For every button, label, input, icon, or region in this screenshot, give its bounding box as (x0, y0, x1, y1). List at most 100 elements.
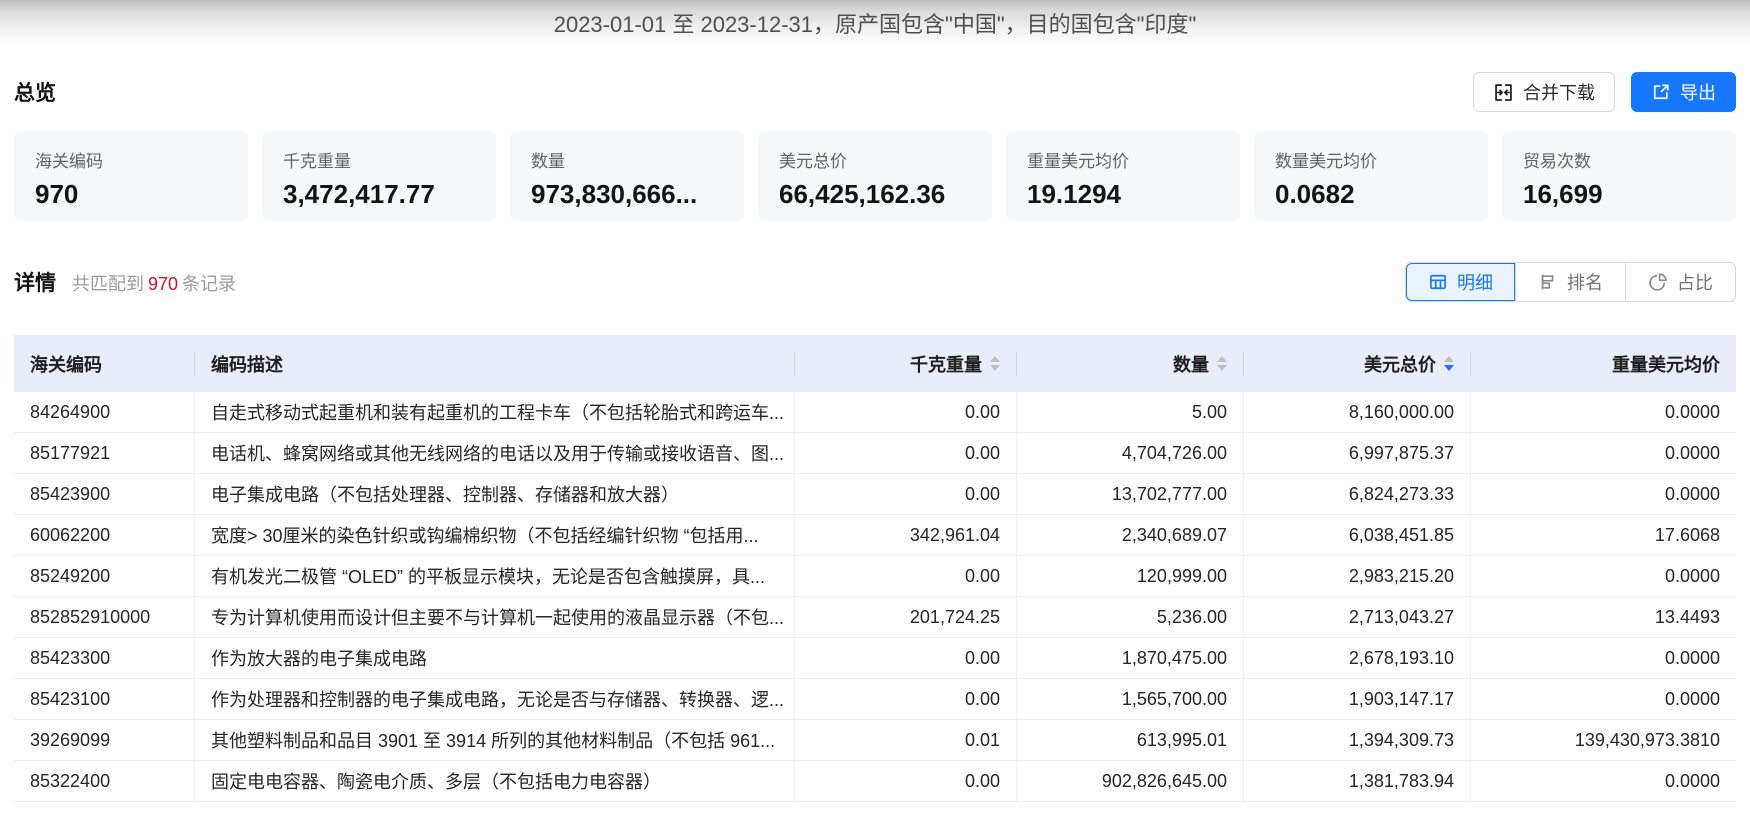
kg-weight-cell: 201,724.25 (795, 597, 1017, 637)
stat-label: 贸易次数 (1523, 152, 1591, 171)
col-header-label: 千克重量 (910, 354, 982, 375)
description-cell: 其他塑料制品和品目 3901 至 3914 所列的其他材料制品（不包括 961.… (195, 720, 795, 760)
details-bar: 详情 共匹配到 970 条记录 明细 排名 占比 (0, 222, 1750, 302)
stat-card-weight-avg-price: 重量美元均价 19.1294 (1006, 130, 1240, 222)
weight-avg-price-cell: 0.0000 (1664, 565, 1720, 586)
weight-avg-price-cell: 0.0000 (1664, 647, 1720, 668)
stat-card-quantity-avg-price: 数量美元均价 0.0682 (1254, 130, 1488, 222)
quantity-cell: 1,870,475.00 (1017, 638, 1244, 678)
overview-actions: 合并下载 导出 (1473, 72, 1736, 112)
stat-label: 千克重量 (283, 152, 351, 171)
usd-total-cell: 8,160,000.00 (1244, 392, 1471, 432)
kg-weight-cell: 0.01 (795, 720, 1017, 760)
table-row: 85177921 电话机、蜂窝网络或其他无线网络的电话以及用于传输或接收语音、图… (14, 433, 1736, 474)
overview-bar: 总览 合并下载 导出 (0, 46, 1750, 112)
quantity-cell: 1,565,700.00 (1017, 679, 1244, 719)
stat-value: 19.1294 (1027, 179, 1121, 209)
description-cell: 固定电电容器、陶瓷电介质、多层（不包括电力电容器） (195, 761, 795, 801)
quantity-cell: 902,826,645.00 (1017, 761, 1244, 801)
col-header-weight-avg-price: 重量美元均价 (1612, 354, 1720, 375)
table-icon (1428, 272, 1448, 292)
hs-code-cell: 84264900 (14, 392, 195, 432)
stat-card-quantity: 数量 973,830,666... (510, 130, 744, 222)
col-header-quantity[interactable]: 数量 (1017, 351, 1244, 376)
stat-value: 970 (35, 179, 79, 209)
stat-value: 0.0682 (1275, 179, 1355, 209)
hs-code-cell: 85322400 (14, 761, 195, 801)
kg-weight-cell: 0.00 (795, 638, 1017, 678)
usd-total-cell: 2,678,193.10 (1244, 638, 1471, 678)
export-label: 导出 (1680, 83, 1716, 103)
hs-code-cell: 85177921 (14, 433, 195, 473)
stat-cards: 海关编码 970 千克重量 3,472,417.77 数量 973,830,66… (0, 112, 1750, 222)
rank-icon (1538, 272, 1558, 292)
description-cell: 电子集成电路（不包括处理器、控制器、存储器和放大器） (195, 474, 795, 514)
quantity-cell: 2,340,689.07 (1017, 515, 1244, 555)
col-header-label: 数量 (1173, 354, 1209, 375)
table-row: 85423300 作为放大器的电子集成电路 0.00 1,870,475.00 … (14, 638, 1736, 679)
usd-total-cell: 1,381,783.94 (1244, 761, 1471, 801)
export-icon (1651, 82, 1671, 102)
overview-heading: 总览 (14, 82, 56, 105)
usd-total-cell: 6,824,273.33 (1244, 474, 1471, 514)
description-cell: 作为放大器的电子集成电路 (195, 638, 795, 678)
quantity-cell: 5,236.00 (1017, 597, 1244, 637)
quantity-cell: 13,702,777.00 (1017, 474, 1244, 514)
col-header-hs-code: 海关编码 (14, 351, 195, 376)
col-header-usd-total[interactable]: 美元总价 (1244, 351, 1471, 376)
col-header-kg-weight[interactable]: 千克重量 (795, 351, 1017, 376)
stat-card-usd-total: 美元总价 66,425,162.36 (758, 130, 992, 222)
description-cell: 专为计算机使用而设计但主要不与计算机一起使用的液晶显示器（不包... (195, 597, 795, 637)
description-cell: 自走式移动式起重机和装有起重机的工程卡车（不包括轮胎式和跨运车... (195, 392, 795, 432)
kg-weight-cell: 0.00 (795, 556, 1017, 596)
stat-label: 海关编码 (35, 152, 103, 171)
hs-code-cell: 85249200 (14, 556, 195, 596)
stat-card-trade-count: 贸易次数 16,699 (1502, 130, 1736, 222)
sort-control-usd-total[interactable] (1444, 356, 1454, 371)
details-left: 详情 共匹配到 970 条记录 (14, 267, 236, 297)
merge-download-label: 合并下载 (1523, 83, 1595, 103)
weight-avg-price-cell: 0.0000 (1664, 442, 1720, 463)
table-body: 84264900 自走式移动式起重机和装有起重机的工程卡车（不包括轮胎式和跨运车… (14, 392, 1736, 802)
tab-proportion[interactable]: 占比 (1625, 263, 1735, 301)
hs-code-cell: 60062200 (14, 515, 195, 555)
tab-detail[interactable]: 明细 (1406, 263, 1515, 301)
usd-total-cell: 6,038,451.85 (1244, 515, 1471, 555)
usd-total-cell: 2,713,043.27 (1244, 597, 1471, 637)
filter-summary-banner: 2023-01-01 至 2023-12-31，原产国包含"中国"，目的国包含"… (0, 0, 1750, 46)
quantity-cell: 5.00 (1017, 392, 1244, 432)
merge-cells-icon (1493, 82, 1514, 103)
hs-code-cell: 39269099 (14, 720, 195, 760)
weight-avg-price-cell: 139,430,973.3810 (1574, 729, 1720, 750)
stat-value: 16,699 (1523, 179, 1603, 209)
kg-weight-cell: 0.00 (795, 474, 1017, 514)
match-suffix: 条记录 (182, 274, 237, 294)
view-tabs: 明细 排名 占比 (1405, 262, 1736, 302)
hs-code-cell: 85423900 (14, 474, 195, 514)
kg-weight-cell: 0.00 (795, 433, 1017, 473)
kg-weight-cell: 0.00 (795, 761, 1017, 801)
weight-avg-price-cell: 0.0000 (1664, 770, 1720, 791)
tab-ranking[interactable]: 排名 (1515, 263, 1625, 301)
weight-avg-price-cell: 0.0000 (1664, 688, 1720, 709)
match-summary: 共匹配到 970 条记录 (72, 270, 236, 296)
tab-ranking-label: 排名 (1567, 273, 1603, 293)
table-row: 85423900 电子集成电路（不包括处理器、控制器、存储器和放大器） 0.00… (14, 474, 1736, 515)
merge-download-button[interactable]: 合并下载 (1473, 72, 1615, 112)
weight-avg-price-cell: 0.0000 (1664, 483, 1720, 504)
usd-total-cell: 1,903,147.17 (1244, 679, 1471, 719)
export-button[interactable]: 导出 (1631, 72, 1736, 112)
sort-control-kg-weight[interactable] (990, 356, 1000, 371)
quantity-cell: 120,999.00 (1017, 556, 1244, 596)
stat-value: 973,830,666... (531, 179, 698, 209)
description-cell: 有机发光二极管 “OLED” 的平板显示模块，无论是否包含触摸屏，具... (195, 556, 795, 596)
sort-control-quantity[interactable] (1217, 356, 1227, 371)
weight-avg-price-cell: 13.4493 (1654, 606, 1720, 627)
filter-summary-text: 2023-01-01 至 2023-12-31，原产国包含"中国"，目的国包含"… (553, 12, 1197, 37)
col-header-label: 美元总价 (1364, 354, 1436, 375)
pie-icon (1648, 272, 1668, 292)
stat-card-kg-weight: 千克重量 3,472,417.77 (262, 130, 496, 222)
kg-weight-cell: 0.00 (795, 679, 1017, 719)
hs-code-cell: 85423100 (14, 679, 195, 719)
usd-total-cell: 1,394,309.73 (1244, 720, 1471, 760)
